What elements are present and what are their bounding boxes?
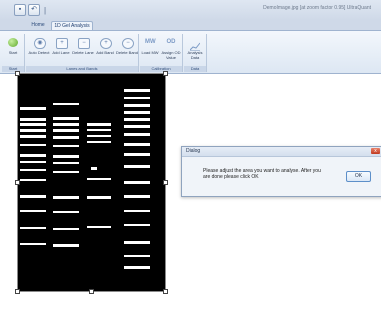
start-button-label: Start — [8, 50, 18, 55]
app-window: ▪ ↶ | DemoImage.jpg [at zoom factor 0.95… — [0, 0, 381, 313]
ribbon: Start Start ◉ Auto Detect + Add Lane − D… — [0, 30, 381, 74]
close-icon[interactable]: x — [371, 148, 380, 154]
delete-band-button[interactable]: − Delete Band — [115, 34, 138, 64]
start-button[interactable]: Start — [3, 34, 23, 64]
add-lane-icon: + — [56, 38, 68, 49]
add-band-button[interactable]: + Add Band — [95, 34, 115, 64]
load-mw-icon: MW — [145, 39, 156, 45]
resize-handle[interactable] — [163, 180, 168, 185]
start-icon — [8, 38, 18, 47]
ribbon-group-label: Start — [2, 66, 24, 72]
analysis-data-label: Analysis Data — [187, 50, 203, 60]
add-lane-label: Add Lane — [52, 50, 70, 55]
assign-od-value-label: Assign OD Value — [161, 50, 181, 60]
ribbon-group-lanes-and-bands: ◉ Auto Detect + Add Lane − Delete Lane +… — [26, 34, 139, 72]
ribbon-group-label: Lanes and Bands — [26, 66, 138, 72]
delete-band-label: Delete Band — [115, 50, 138, 55]
delete-lane-label: Delete Lane — [72, 50, 94, 55]
quick-access-toolbar: ▪ ↶ | — [14, 4, 46, 16]
tab-home[interactable]: Home — [27, 21, 49, 30]
ribbon-group-data: Analysis Data Data — [184, 34, 207, 72]
load-mw-button[interactable]: MW Load MW — [140, 34, 160, 64]
resize-handle[interactable] — [163, 289, 168, 294]
dialog-title-bar[interactable]: Dialog x — [182, 147, 381, 157]
ribbon-group-label: Calibration — [140, 66, 182, 72]
add-band-icon: + — [100, 38, 112, 49]
analysis-data-button[interactable]: Analysis Data — [185, 34, 205, 64]
resize-handle[interactable] — [15, 289, 20, 294]
analysis-area-selection[interactable] — [15, 71, 168, 294]
delete-lane-button[interactable]: − Delete Lane — [72, 34, 94, 64]
assign-od-value-button[interactable]: OD Assign OD Value — [161, 34, 181, 64]
undo-icon[interactable]: ↶ — [28, 4, 40, 16]
resize-handle[interactable] — [163, 71, 168, 76]
ribbon-group-calibration: MW Load MW OD Assign OD Value Calibratio… — [140, 34, 183, 72]
assign-od-icon: OD — [166, 39, 176, 45]
window-title: DemoImage.jpg [at zoom factor 0.95] Ultr… — [263, 5, 371, 11]
auto-detect-icon: ◉ — [34, 38, 46, 49]
resize-handle[interactable] — [89, 289, 94, 294]
ribbon-group-label: Data — [184, 66, 206, 72]
analysis-data-icon — [189, 38, 201, 51]
dialog-message: Please adjust the area you want to analy… — [203, 168, 321, 180]
ok-button[interactable]: OK — [346, 171, 371, 182]
adjust-area-dialog: Dialog x Please adjust the area you want… — [181, 146, 381, 197]
ribbon-group-start: Start Start — [2, 34, 25, 72]
dialog-title: Dialog — [186, 148, 201, 154]
resize-handle[interactable] — [15, 71, 20, 76]
quick-access-separator: | — [44, 5, 47, 15]
delete-lane-icon: − — [78, 38, 90, 49]
ribbon-tabs: Home 1D Gel Analysis — [0, 20, 381, 31]
add-lane-button[interactable]: + Add Lane — [51, 34, 71, 64]
auto-detect-label: Auto Detect — [28, 50, 50, 55]
save-icon[interactable]: ▪ — [14, 4, 26, 16]
add-band-label: Add Band — [96, 50, 114, 55]
resize-handle[interactable] — [15, 180, 20, 185]
auto-detect-button[interactable]: ◉ Auto Detect — [29, 34, 49, 64]
delete-band-icon: − — [122, 38, 134, 49]
title-bar: ▪ ↶ | DemoImage.jpg [at zoom factor 0.95… — [0, 0, 381, 20]
